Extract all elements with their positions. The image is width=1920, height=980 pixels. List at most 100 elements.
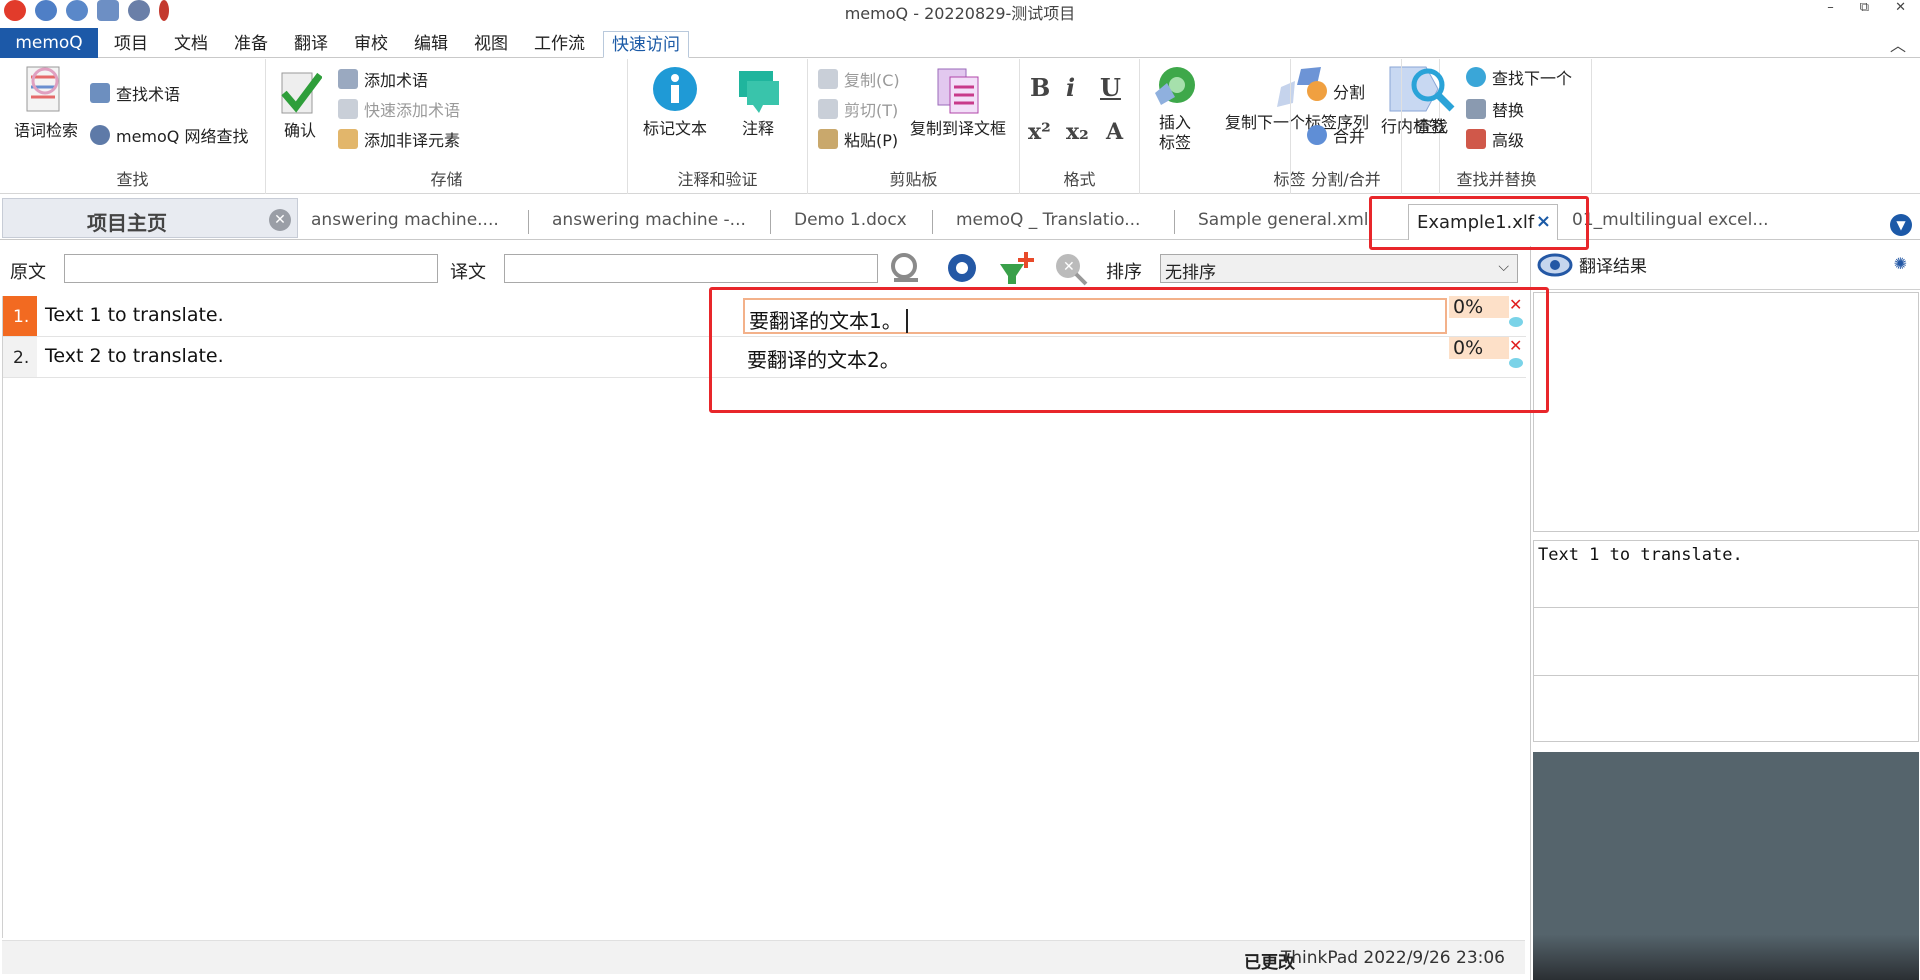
group-split-join-label: 分割/合并 xyxy=(1311,170,1381,189)
add-term-icon xyxy=(338,69,358,89)
confirm-label: 确认 xyxy=(283,121,316,140)
quick-add-term-button[interactable]: 快速添加术语 xyxy=(338,97,460,121)
cut-icon xyxy=(818,99,838,119)
doc-tab-1[interactable]: answering machine.... xyxy=(311,210,499,230)
eye-icon[interactable] xyxy=(1537,252,1573,278)
subscript-button[interactable]: x₂ xyxy=(1066,119,1089,145)
bold-button[interactable]: B xyxy=(1030,73,1050,102)
tab-edit[interactable]: 编辑 xyxy=(406,31,456,58)
web-search-label: memoQ 网络查找 xyxy=(116,127,249,146)
web-search-button[interactable]: memoQ 网络查找 xyxy=(90,123,249,147)
clear-format-icon[interactable]: A xyxy=(1106,119,1123,145)
group-find-replace: 查找 查找下一个 替换 高级 查找并替换 xyxy=(1402,59,1592,194)
divider xyxy=(1534,607,1918,608)
minimize-button[interactable]: – xyxy=(1827,0,1834,15)
comment-button[interactable]: 注释 xyxy=(726,65,790,139)
add-term-button[interactable]: 添加术语 xyxy=(338,67,428,91)
close-icon[interactable]: ✕ xyxy=(269,209,291,231)
table-row[interactable]: 1. Text 1 to translate. 要翻译的文本1。 0% ✕ xyxy=(3,296,1526,337)
group-find-label: 查找 xyxy=(116,170,149,189)
restore-button[interactable]: ⧉ xyxy=(1860,0,1869,15)
comment-bubble-icon[interactable] xyxy=(1509,358,1523,368)
tab-project[interactable]: 项目 xyxy=(106,31,156,58)
close-button[interactable]: ✕ xyxy=(1895,0,1906,15)
add-nontranslatable-button[interactable]: 添加非译元素 xyxy=(338,127,460,151)
match-rate: 0% xyxy=(1449,337,1509,359)
filter-search-icon[interactable] xyxy=(888,250,924,286)
doc-tab-6[interactable]: 01_multilingual excel... xyxy=(1572,210,1769,230)
tab-separator xyxy=(528,210,529,234)
tab-documents[interactable]: 文档 xyxy=(166,31,216,58)
unconfirmed-x-icon: ✕ xyxy=(1509,295,1523,314)
close-tab-icon[interactable]: × xyxy=(1536,211,1551,232)
tab-memoq[interactable]: memoQ xyxy=(0,28,98,58)
search-icon xyxy=(1411,68,1455,112)
cut-button[interactable]: 剪切(T) xyxy=(818,97,898,121)
tab-separator xyxy=(770,210,771,234)
table-row[interactable]: 2. Text 2 to translate. 要翻译的文本2。 0% ✕ xyxy=(3,337,1526,378)
filter-settings-gear-icon[interactable] xyxy=(944,250,980,286)
replace-button[interactable]: 替换 xyxy=(1466,97,1524,121)
find-next-button[interactable]: 查找下一个 xyxy=(1466,65,1572,89)
status-bar: 已更改 ThinkPad 2022/9/26 23:06 xyxy=(2,940,1525,974)
doc-tab-2[interactable]: answering machine -... xyxy=(552,210,746,230)
target-filter-input[interactable] xyxy=(504,254,878,283)
translation-results-panel: 翻译结果 ✺ Text 1 to translate. xyxy=(1530,246,1920,980)
advanced-settings-icon xyxy=(1466,129,1486,149)
concordance-button[interactable]: 语词检索 xyxy=(6,63,86,141)
mark-text-button[interactable]: 标记文本 xyxy=(630,65,720,139)
tab-separator xyxy=(1174,210,1175,234)
confirm-button[interactable]: 确认 xyxy=(274,65,326,141)
group-format-label: 格式 xyxy=(1063,170,1096,189)
tab-preparation[interactable]: 准备 xyxy=(226,31,276,58)
clear-filter-icon[interactable]: ✕ xyxy=(1052,250,1088,286)
italic-button[interactable]: i xyxy=(1066,73,1075,102)
tab-project-home[interactable]: 项目主页 ✕ xyxy=(2,198,298,238)
doc-tab-5[interactable]: Sample general.xml xyxy=(1198,210,1369,230)
comment-bubble-icon[interactable] xyxy=(1509,317,1523,327)
copy-source-button[interactable]: 复制到译文框 xyxy=(904,65,1012,139)
target-cell[interactable]: 要翻译的文本2。 xyxy=(743,339,1447,375)
lookup-term-button[interactable]: 查找术语 xyxy=(90,81,180,105)
source-filter-input[interactable] xyxy=(64,254,438,283)
comment-label: 注释 xyxy=(741,119,774,138)
collapse-ribbon-icon[interactable]: ︿ xyxy=(1890,32,1906,56)
copy-button[interactable]: 复制(C) xyxy=(818,67,900,91)
split-label: 分割 xyxy=(1333,83,1366,102)
preview-area xyxy=(1533,752,1919,980)
results-panel-header: 翻译结果 ✺ xyxy=(1531,246,1920,290)
join-button[interactable]: 合并 xyxy=(1307,123,1365,147)
insert-tag-button[interactable]: 插入 标签 xyxy=(1144,63,1206,153)
doc-tab-active[interactable]: Example1.xlf × xyxy=(1408,204,1558,240)
underline-button[interactable]: U xyxy=(1100,73,1121,102)
sort-select[interactable]: 无排序 ⌵ xyxy=(1160,254,1518,283)
group-clipboard-label: 剪贴板 xyxy=(889,170,938,189)
copy-icon xyxy=(818,69,838,89)
tab-workflow[interactable]: 工作流 xyxy=(526,31,593,58)
filter-add-icon[interactable] xyxy=(998,250,1034,286)
tab-list-dropdown-icon[interactable]: ▼ xyxy=(1890,214,1912,236)
superscript-button[interactable]: x² xyxy=(1028,119,1051,145)
results-list[interactable] xyxy=(1533,292,1919,532)
lookup-term-icon xyxy=(90,83,110,103)
paste-button[interactable]: 粘贴(P) xyxy=(818,127,898,151)
find-label: 查找 xyxy=(1415,117,1448,136)
tab-translation[interactable]: 翻译 xyxy=(286,31,336,58)
tab-review[interactable]: 审校 xyxy=(346,31,396,58)
group-find-replace-label: 查找并替换 xyxy=(1456,170,1537,189)
tab-separator xyxy=(932,210,933,234)
add-term-label: 添加术语 xyxy=(364,71,429,90)
tab-quick-access[interactable]: 快速访问 xyxy=(603,31,689,58)
find-button[interactable]: 查找 xyxy=(1406,65,1458,137)
doc-tab-4[interactable]: memoQ _ Translatio... xyxy=(956,210,1140,230)
doc-tab-3[interactable]: Demo 1.docx xyxy=(794,210,907,230)
copy-source-label: 复制到译文框 xyxy=(909,119,1006,138)
doc-tab-active-label: Example1.xlf xyxy=(1417,212,1535,233)
target-cell-active[interactable]: 要翻译的文本1。 xyxy=(743,298,1447,334)
split-button[interactable]: 分割 xyxy=(1307,79,1365,103)
group-clipboard: 复制(C) 剪切(T) 粘贴(P) 复制到译文框 剪贴板 xyxy=(808,59,1020,194)
row-status-icons: ✕ xyxy=(1509,337,1527,368)
insert-tag-label: 插入 标签 xyxy=(1158,113,1191,152)
advanced-button[interactable]: 高级 xyxy=(1466,127,1524,151)
tab-view[interactable]: 视图 xyxy=(466,31,516,58)
